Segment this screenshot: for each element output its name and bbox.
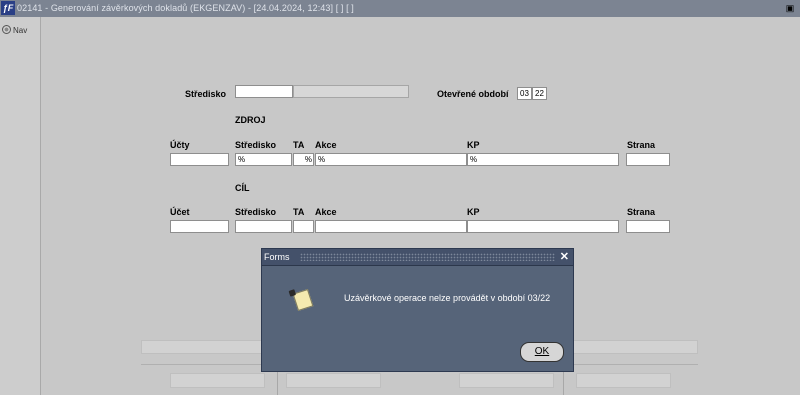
left-toolbar: Nav bbox=[0, 17, 41, 395]
nav-label: Nav bbox=[13, 26, 28, 35]
cil-stredisko-header: Středisko bbox=[235, 207, 277, 217]
obdobi-month-field[interactable]: 03 bbox=[517, 87, 532, 100]
cil-akce-field[interactable] bbox=[315, 220, 467, 233]
note-icon bbox=[292, 288, 314, 312]
cil-kp-header: KP bbox=[467, 207, 480, 217]
cil-ucet-header: Účet bbox=[170, 207, 190, 217]
app-icon: ƒF bbox=[1, 1, 15, 15]
cil-ucet-field[interactable] bbox=[170, 220, 229, 233]
stredisko-name-field bbox=[293, 85, 409, 98]
window-title: 02141 - Generování závěrkových dokladů (… bbox=[17, 3, 354, 13]
zdroj-ucty-field[interactable] bbox=[170, 153, 229, 166]
window-titlebar: ƒF 02141 - Generování závěrkových doklad… bbox=[0, 0, 800, 17]
cil-strana-header: Strana bbox=[627, 207, 656, 217]
ok-button[interactable]: OK bbox=[520, 342, 564, 362]
ok-button-label: OK bbox=[534, 346, 550, 357]
stredisko-field[interactable] bbox=[235, 85, 293, 98]
dialog-titlebar[interactable]: Forms ✕ bbox=[262, 249, 573, 266]
dialog-message: Uzávěrkové operace nelze provádět v obdo… bbox=[344, 293, 551, 303]
cil-kp-field[interactable] bbox=[467, 220, 619, 233]
navigator-icon bbox=[2, 25, 11, 34]
zdroj-ta-field[interactable]: % bbox=[293, 153, 314, 166]
cil-stredisko-field[interactable] bbox=[235, 220, 292, 233]
obdobi-label: Otevřené období bbox=[437, 89, 509, 99]
cil-akce-header: Akce bbox=[315, 207, 337, 217]
zdroj-stredisko-header: Středisko bbox=[235, 140, 277, 150]
zdroj-kp-field[interactable]: % bbox=[467, 153, 619, 166]
zdroj-strana-header: Strana bbox=[627, 140, 656, 150]
forms-dialog: Forms ✕ Uzávěrkové operace nelze provádě… bbox=[261, 248, 574, 372]
dialog-titlebar-grip bbox=[300, 253, 555, 261]
restore-icon[interactable]: ▣ bbox=[784, 2, 796, 14]
stredisko-label: Středisko bbox=[185, 89, 227, 99]
zdroj-ucty-header: Účty bbox=[170, 140, 190, 150]
close-icon[interactable]: ✕ bbox=[560, 250, 569, 264]
zdroj-akce-field[interactable]: % bbox=[315, 153, 467, 166]
cil-strana-field[interactable] bbox=[626, 220, 670, 233]
zdroj-ta-header: TA bbox=[293, 140, 305, 150]
cil-ta-header: TA bbox=[293, 207, 305, 217]
background-field bbox=[576, 373, 671, 388]
background-field bbox=[286, 373, 381, 388]
zdroj-section-label: ZDROJ bbox=[235, 115, 266, 125]
zdroj-stredisko-field[interactable]: % bbox=[235, 153, 292, 166]
obdobi-year-field[interactable]: 22 bbox=[532, 87, 547, 100]
zdroj-akce-header: Akce bbox=[315, 140, 337, 150]
cil-section-label: CÍL bbox=[235, 183, 250, 193]
cil-ta-field[interactable] bbox=[293, 220, 314, 233]
nav-button[interactable]: Nav bbox=[2, 25, 27, 35]
background-field bbox=[459, 373, 554, 388]
background-field bbox=[170, 373, 265, 388]
dialog-title: Forms bbox=[264, 252, 290, 262]
zdroj-kp-header: KP bbox=[467, 140, 480, 150]
zdroj-strana-field[interactable] bbox=[626, 153, 670, 166]
